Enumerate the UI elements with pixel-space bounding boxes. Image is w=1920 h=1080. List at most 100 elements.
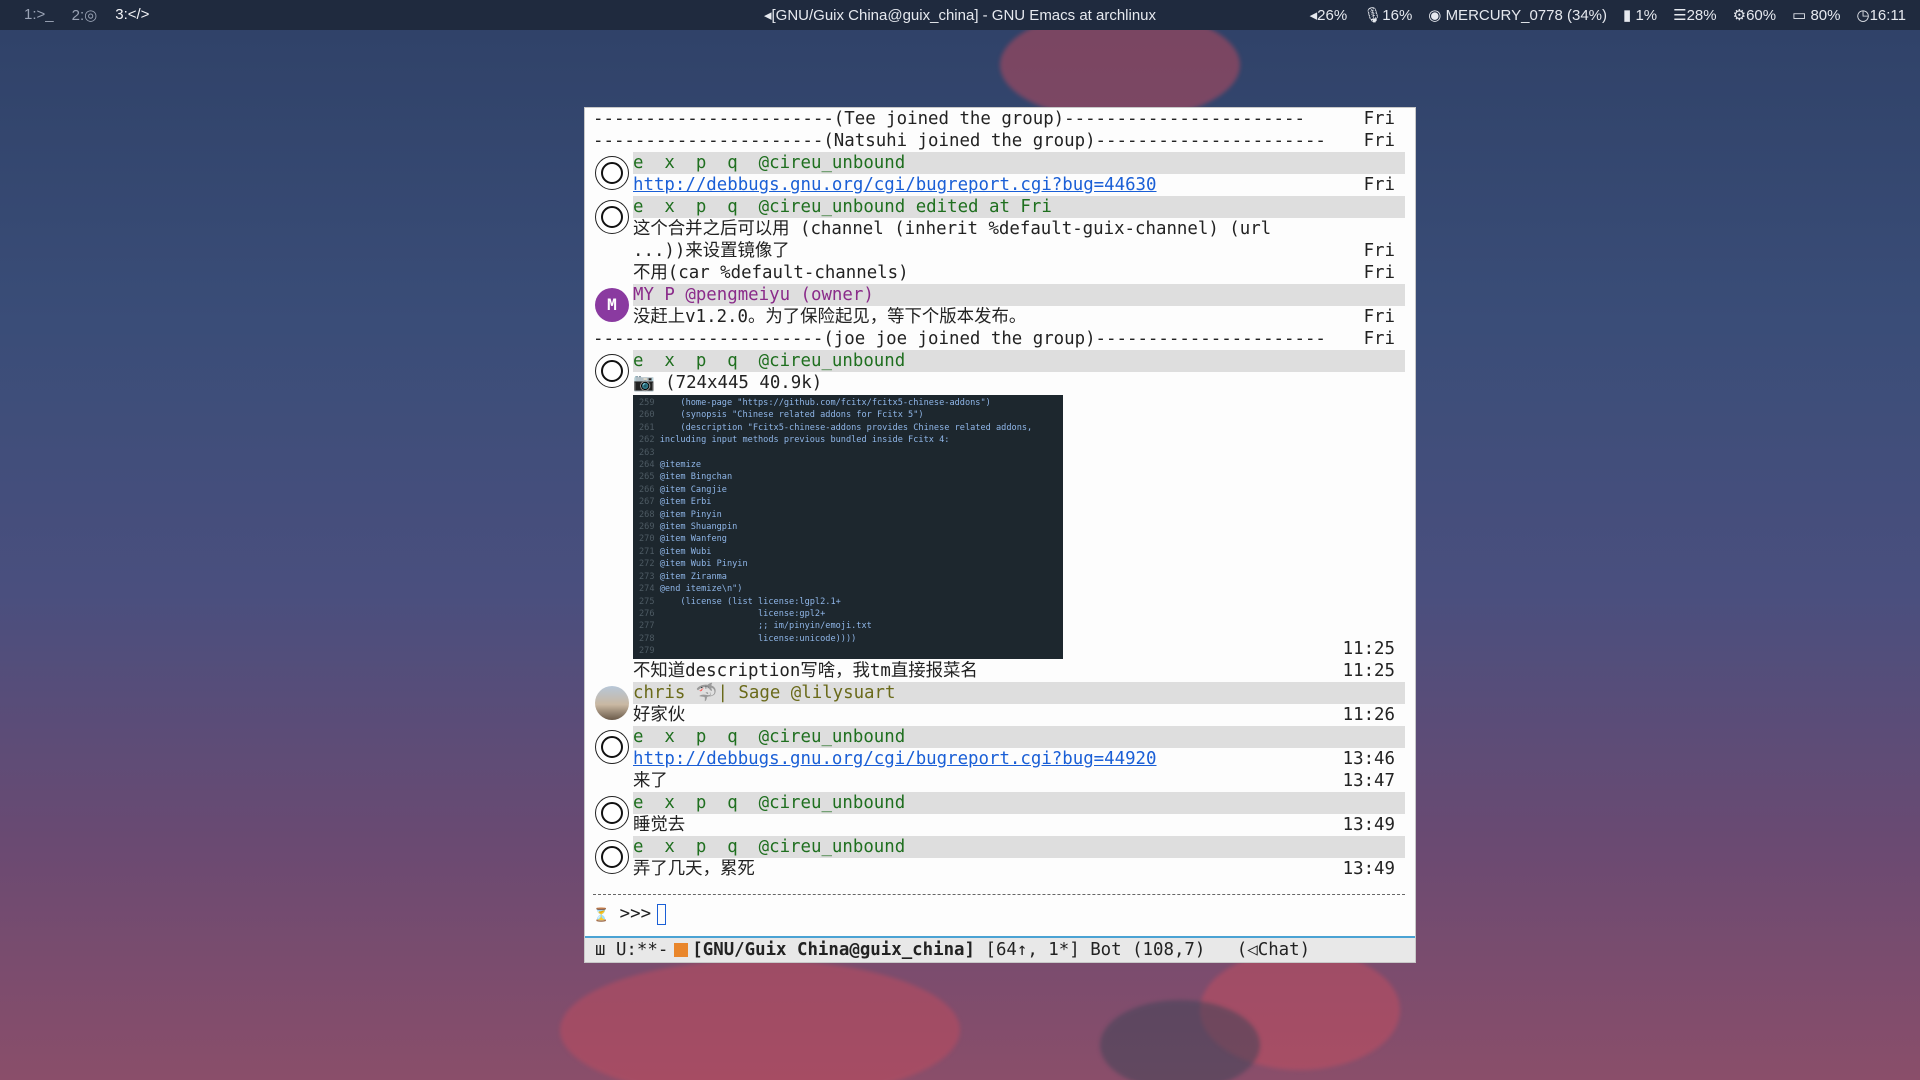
modeline-mode[interactable]: (◁Chat): [1237, 940, 1310, 960]
sender-name[interactable]: chris 🦈| Sage @lilysuart: [633, 683, 895, 703]
message-header: e x p q @cireu_unbound edited at Fri: [633, 196, 1405, 218]
line-number: 276: [639, 608, 660, 619]
clock[interactable]: ◷16:11: [1856, 6, 1906, 24]
message-body: http://debbugs.gnu.org/cgi/bugreport.cgi…: [633, 174, 1405, 196]
message-body: 这个合并之后可以用 (channel (inherit %default-gui…: [633, 218, 1405, 240]
thumbnail-code-line: 276 license:gpl2+: [639, 608, 1057, 620]
thumbnail-code-line: 266 @item Cangjie: [639, 484, 1057, 496]
message-time: 11:26: [1342, 705, 1395, 725]
chat-input[interactable]: ⏳ >>>: [593, 902, 667, 926]
sender-name[interactable]: e x p q @cireu_unbound: [633, 837, 905, 857]
message-body: ...))来设置镜像了 Fri: [633, 240, 1405, 262]
code-text: (description "Fcitx5-chinese-addons prov…: [659, 422, 1033, 433]
message-time: Fri: [1363, 307, 1395, 327]
sender-name[interactable]: e x p q @cireu_unbound: [633, 153, 905, 173]
code-text: @item Wanfeng: [659, 534, 727, 545]
sender-name[interactable]: e x p q @cireu_unbound: [633, 351, 905, 371]
line-number: 272: [639, 559, 660, 570]
user-avatar[interactable]: [595, 354, 629, 388]
volume-indicator[interactable]: ◂26%: [1310, 6, 1348, 24]
workspace-2[interactable]: 2:◎: [72, 6, 98, 24]
message-header: e x p q @cireu_unbound: [633, 836, 1405, 858]
user-avatar[interactable]: [595, 730, 629, 764]
modeline-buffer-name[interactable]: [GNU/Guix China@guix_china]: [692, 940, 975, 960]
code-text: @item Bingchan: [659, 472, 733, 483]
line-number: 262: [639, 435, 660, 446]
message-body: 不知道description写啥，我tm直接报菜名 11:25: [633, 660, 1405, 682]
arrow-left-icon: [674, 943, 689, 957]
modeline-counts: [64↑, 1*]: [985, 940, 1080, 960]
workspace-3[interactable]: 3:</>: [115, 6, 149, 24]
emacs-window[interactable]: -----------------------(Tee joined the g…: [585, 108, 1415, 962]
cpu-indicator[interactable]: ⚙60%: [1733, 6, 1776, 24]
row-text: -----------------------(Tee joined the g…: [593, 109, 1305, 129]
image-caption: 📷 (724x445 40.9k): [633, 372, 1405, 394]
message-text: 这个合并之后可以用 (channel (inherit %default-gui…: [633, 219, 1272, 239]
message-body: 来了 13:47: [633, 770, 1405, 792]
line-number: 266: [639, 484, 660, 495]
message-time: 11:25: [1342, 639, 1395, 659]
message-body: 11:25: [633, 638, 1405, 660]
message-header: e x p q @cireu_unbound: [633, 350, 1405, 372]
thumbnail-code-line: 269 @item Shuangpin: [639, 521, 1057, 533]
message-header: e x p q @cireu_unbound: [633, 726, 1405, 748]
image-preview[interactable]: 259 (home-page "https://github.com/fcitx…: [633, 395, 1063, 659]
message-time: Fri: [1363, 131, 1395, 151]
user-avatar[interactable]: [595, 796, 629, 830]
thumbnail-code-line: 270 @item Wanfeng: [639, 533, 1057, 545]
image-info[interactable]: 📷 (724x445 40.9k): [633, 373, 822, 393]
message-body: 睡觉去 13:49: [633, 814, 1405, 836]
message-time: Fri: [1363, 263, 1395, 283]
user-avatar[interactable]: [595, 686, 629, 720]
system-message: ----------------------(joe joe joined th…: [593, 328, 1405, 350]
message-link[interactable]: http://debbugs.gnu.org/cgi/bugreport.cgi…: [633, 749, 1157, 769]
sender-name[interactable]: e x p q @cireu_unbound: [633, 793, 905, 813]
message-text: 不知道description写啥，我tm直接报菜名: [633, 661, 978, 681]
wifi-indicator[interactable]: ◉ MERCURY_0778 (34%): [1428, 6, 1607, 24]
line-number: 271: [639, 546, 660, 557]
message-time: 13:49: [1342, 815, 1395, 835]
battery-label: 80%: [1810, 7, 1841, 24]
thumbnail-code-line: 273 @item Ziranma: [639, 571, 1057, 583]
code-text: @item Wubi Pinyin: [659, 559, 748, 570]
row-text: ----------------------(Natsuhi joined th…: [593, 131, 1326, 151]
memory-indicator[interactable]: ☰28%: [1673, 6, 1716, 24]
code-text: @item Wubi: [659, 546, 712, 557]
row-text: ----------------------(joe joe joined th…: [593, 329, 1326, 349]
code-text: including input methods previous bundled…: [659, 435, 950, 446]
workspace-switcher: 1:>_ 2:◎ 3:</>: [24, 6, 149, 24]
modeline-position: Bot (108,7): [1090, 940, 1206, 960]
line-number: 275: [639, 596, 660, 607]
thumbnail-code-line: 267 @item Erbi: [639, 496, 1057, 508]
user-avatar[interactable]: [595, 156, 629, 190]
line-number: 269: [639, 522, 660, 533]
code-text: @itemize: [659, 460, 702, 471]
line-number: 268: [639, 509, 660, 520]
message-time: Fri: [1363, 329, 1395, 349]
sender-name[interactable]: MY P @pengmeiyu (owner): [633, 285, 874, 305]
user-avatar[interactable]: M: [595, 288, 629, 322]
code-text: @end itemize\n"): [659, 584, 743, 595]
line-number: 265: [639, 472, 660, 483]
code-text: @item Pinyin: [659, 509, 722, 520]
mic-indicator[interactable]: 🎙16%: [1363, 6, 1412, 24]
thumbnail-code-line: 259 (home-page "https://github.com/fcitx…: [639, 397, 1057, 409]
modeline-prefix: ш U:**-: [595, 940, 669, 960]
mode-line: ш U:**- [GNU/Guix China@guix_china] [64↑,…: [585, 936, 1415, 962]
input-separator: [593, 894, 1405, 895]
line-number: 264: [639, 460, 660, 471]
workspace-1[interactable]: 1:>_: [24, 6, 54, 24]
message-text: 睡觉去: [633, 815, 686, 835]
line-number: 267: [639, 497, 660, 508]
sender-name[interactable]: e x p q @cireu_unbound edited at Fri: [633, 197, 1052, 217]
chat-buffer[interactable]: -----------------------(Tee joined the g…: [585, 108, 1415, 938]
user-avatar[interactable]: [595, 840, 629, 874]
message-text: ...))来设置镜像了: [633, 241, 790, 261]
message-link[interactable]: http://debbugs.gnu.org/cgi/bugreport.cgi…: [633, 175, 1157, 195]
sender-name[interactable]: e x p q @cireu_unbound: [633, 727, 905, 747]
line-number: 277: [639, 621, 660, 632]
battery-indicator[interactable]: ▭ 80%: [1792, 6, 1840, 24]
disk-indicator[interactable]: ▮ 1%: [1623, 6, 1657, 24]
code-text: (synopsis "Chinese related addons for Fc…: [659, 410, 924, 421]
user-avatar[interactable]: [595, 200, 629, 234]
